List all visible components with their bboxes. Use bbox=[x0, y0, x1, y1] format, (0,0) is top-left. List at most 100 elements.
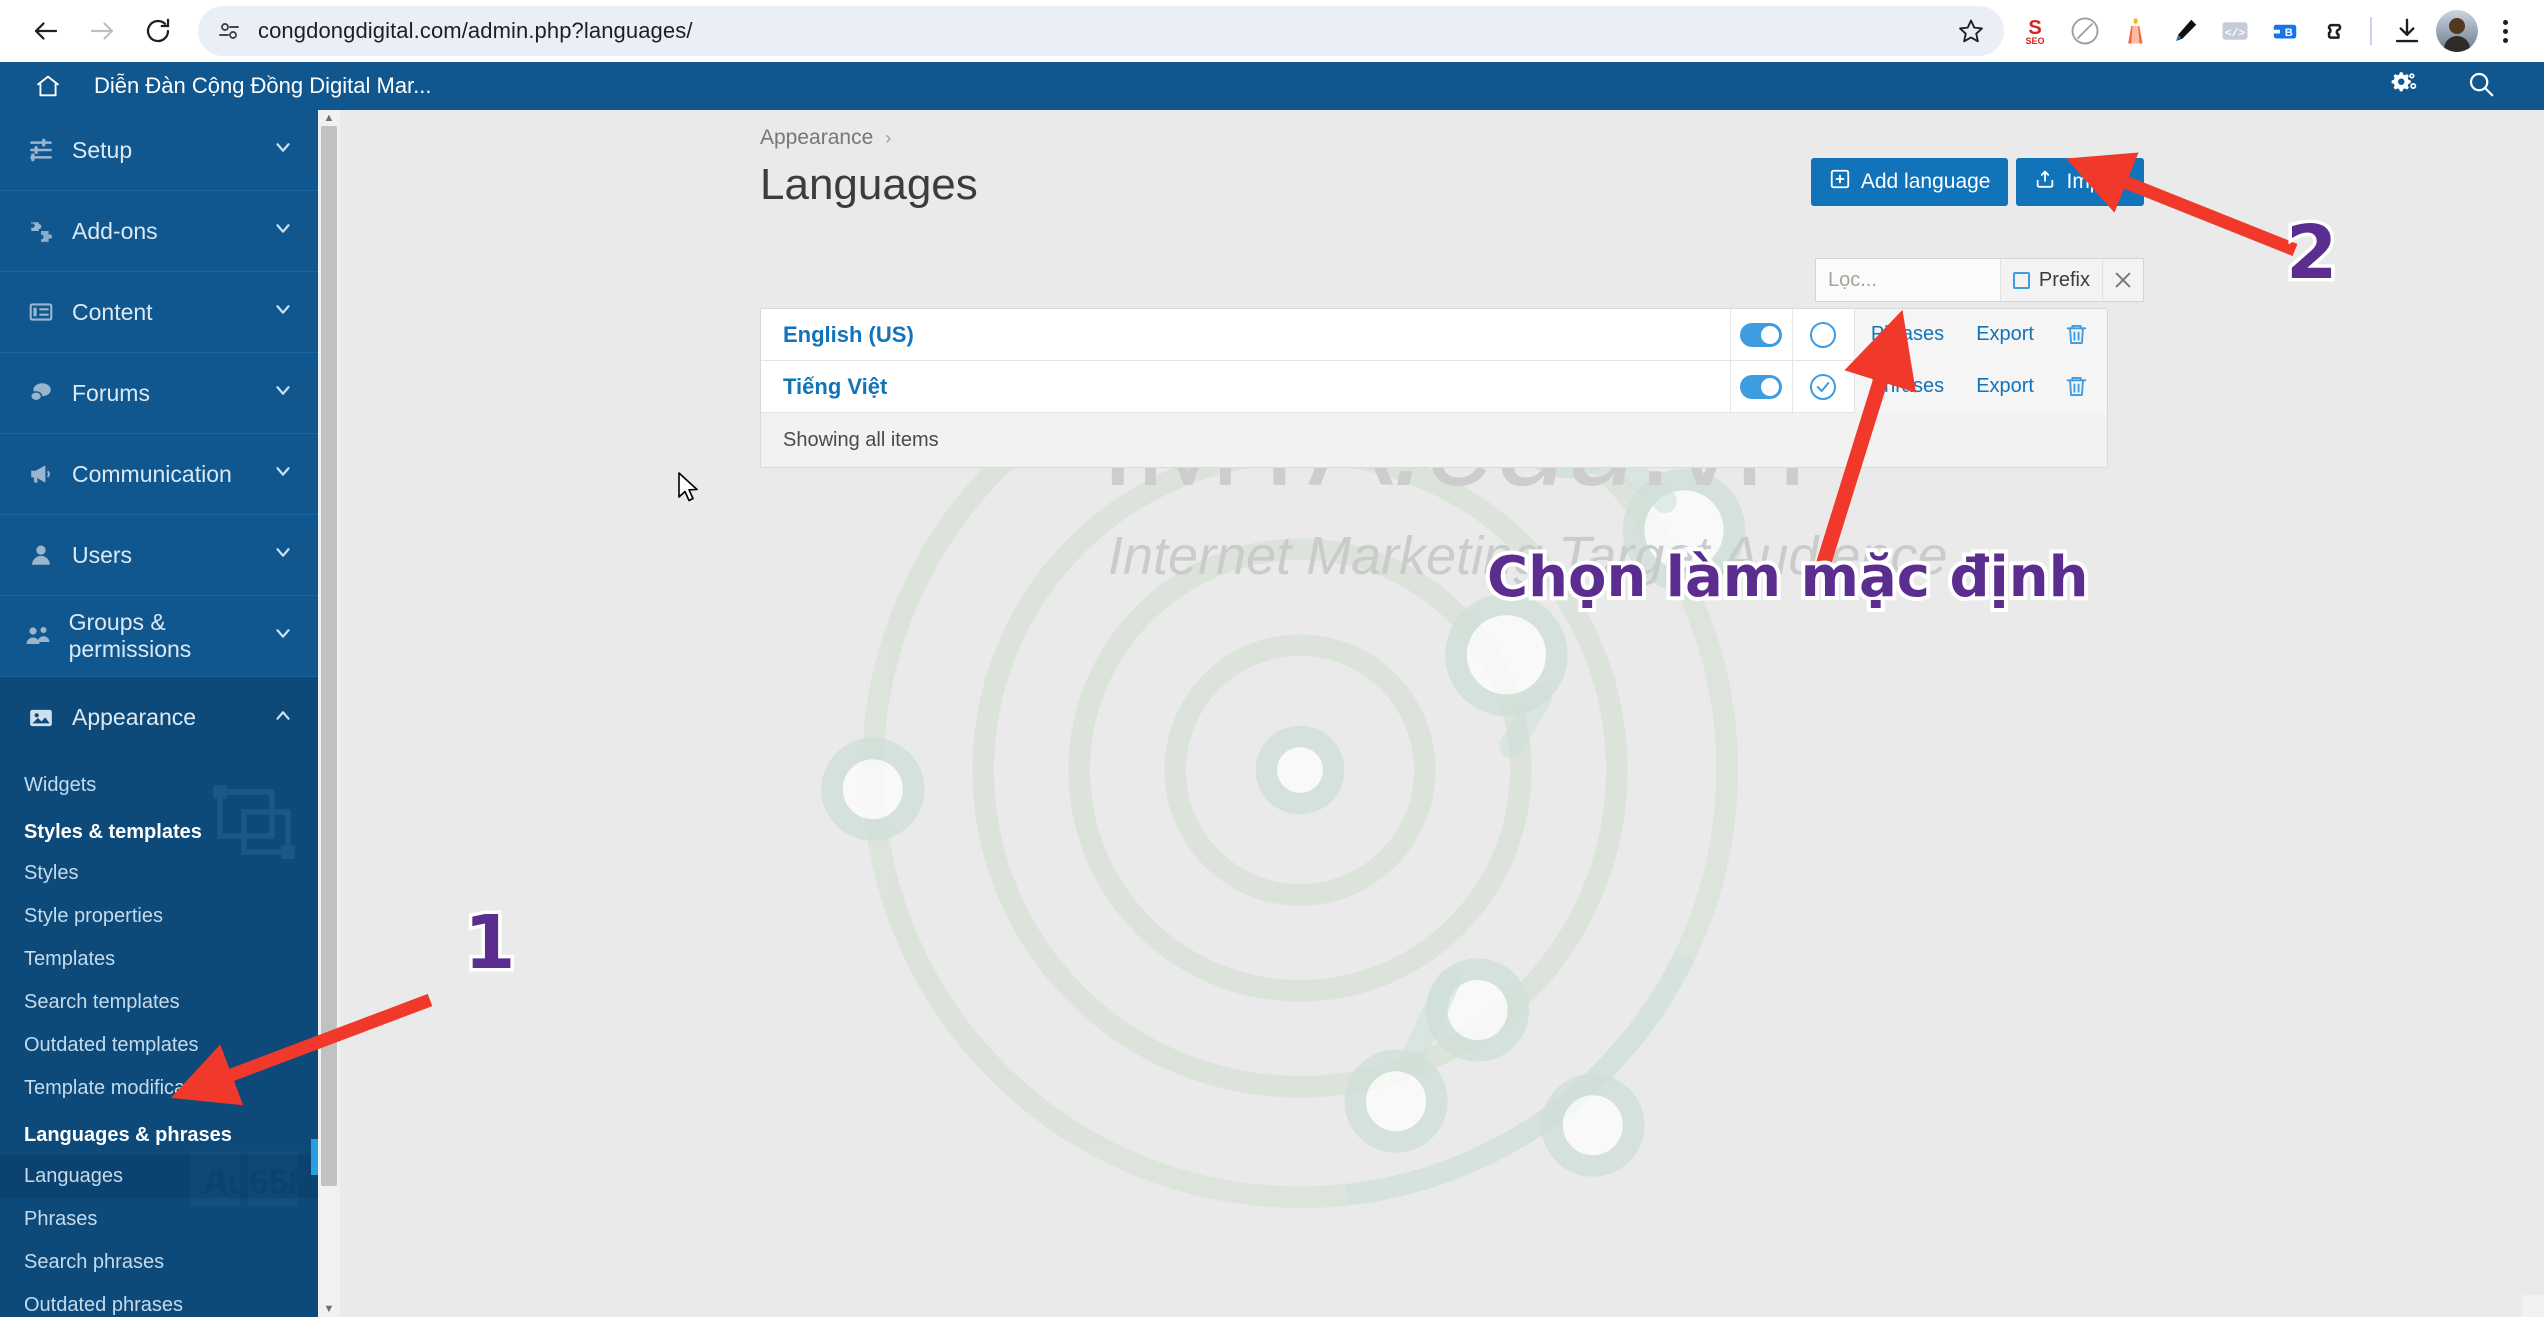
sidebar-item-label: Setup bbox=[72, 136, 133, 163]
row-actions: Phrases Export bbox=[1853, 309, 2107, 361]
search-icon[interactable] bbox=[2466, 69, 2496, 104]
sidebar-item-label: Forums bbox=[72, 379, 150, 406]
add-language-button[interactable]: Add language bbox=[1810, 158, 2009, 206]
sidebar-subitem-outdated-phrases[interactable]: Outdated phrases bbox=[0, 1284, 318, 1317]
language-name-link[interactable]: Tiếng Việt bbox=[761, 374, 1730, 400]
bookmark-manager-extension-icon[interactable]: B bbox=[2262, 8, 2308, 54]
trash-icon[interactable] bbox=[2050, 322, 2107, 347]
export-link[interactable]: Export bbox=[1960, 323, 2050, 346]
page-content: IMTA.edu.vn Internet Marketing Target Au… bbox=[340, 110, 2544, 1317]
reload-icon[interactable] bbox=[130, 3, 186, 59]
sidebar-item-content[interactable]: Content bbox=[0, 272, 318, 353]
eyedropper-extension-icon[interactable] bbox=[2162, 8, 2208, 54]
content-list-icon bbox=[24, 299, 58, 325]
home-icon[interactable] bbox=[28, 72, 68, 100]
annotation-note: Chọn làm mặc định bbox=[1483, 541, 2092, 614]
chevron-down-icon bbox=[272, 298, 294, 326]
default-language-radio-selected[interactable] bbox=[1810, 373, 1837, 400]
default-radio-cell[interactable] bbox=[1791, 309, 1854, 361]
sidebar-subitem-search-templates[interactable]: Search templates bbox=[0, 981, 318, 1024]
back-arrow-icon[interactable] bbox=[18, 3, 74, 59]
chevron-down-icon bbox=[272, 460, 294, 488]
phrases-link[interactable]: Phrases bbox=[1855, 375, 1960, 398]
sidebar-item-label: Users bbox=[72, 541, 133, 568]
breadcrumb: Appearance › bbox=[760, 126, 891, 150]
prefix-label: Prefix bbox=[2038, 268, 2090, 291]
default-language-radio[interactable] bbox=[1810, 321, 1837, 348]
sidebar-subitem-search-phrases[interactable]: Search phrases bbox=[0, 1241, 318, 1284]
default-radio-cell[interactable] bbox=[1791, 360, 1854, 413]
profile-avatar[interactable] bbox=[2434, 8, 2480, 54]
sidebar-subitem-label: Template modifications bbox=[24, 1077, 228, 1099]
breadcrumb-appearance[interactable]: Appearance bbox=[760, 126, 873, 150]
forward-arrow-icon[interactable] bbox=[74, 3, 130, 59]
toolbar-divider bbox=[2370, 17, 2372, 45]
svg-text:SEO: SEO bbox=[2025, 36, 2044, 46]
sidebar-subitem-template-modifications[interactable]: Template modifications bbox=[0, 1067, 318, 1110]
languages-table: English (US) Phrases Export Tiếng Việt P… bbox=[760, 308, 2108, 468]
sidebar-subitem-style-properties[interactable]: Style properties bbox=[0, 895, 318, 938]
gears-icon[interactable] bbox=[2390, 69, 2420, 104]
sidebar-scrollbar-thumb[interactable] bbox=[321, 126, 337, 1186]
sidebar-subitem-templates[interactable]: Templates bbox=[0, 938, 318, 981]
table-row[interactable]: Tiếng Việt Phrases Export bbox=[761, 360, 2107, 413]
downloads-icon[interactable] bbox=[2384, 8, 2430, 54]
sidebar-item-setup[interactable]: Setup bbox=[0, 110, 318, 191]
sidebar-subheading-label: Styles & templates bbox=[24, 821, 202, 843]
puzzle-extensions-icon[interactable] bbox=[2312, 8, 2358, 54]
sidebar-item-communication[interactable]: Communication bbox=[0, 434, 318, 515]
close-x-icon[interactable] bbox=[2103, 259, 2143, 301]
table-row[interactable]: English (US) Phrases Export bbox=[761, 309, 2107, 361]
filter-input[interactable]: Lọc... bbox=[1816, 259, 2001, 301]
sidebar-subitem-widgets[interactable]: Widgets bbox=[0, 764, 318, 807]
enabled-toggle[interactable] bbox=[1740, 322, 1783, 347]
sidebar-item-appearance[interactable]: Appearance bbox=[0, 677, 318, 758]
code-extension-icon[interactable]: </> bbox=[2212, 8, 2258, 54]
import-button[interactable]: Import bbox=[2016, 158, 2144, 206]
page-scrollbar-corner bbox=[2522, 1295, 2544, 1317]
browser-toolbar: congdongdigital.com/admin.php?languages/… bbox=[0, 0, 2544, 62]
sidebar-subitem-styles[interactable]: Styles bbox=[0, 852, 318, 895]
star-icon[interactable] bbox=[1954, 14, 1988, 48]
chevron-down-icon bbox=[272, 622, 294, 650]
sidebar-subitem-label: Languages bbox=[24, 1165, 123, 1187]
site-settings-icon[interactable] bbox=[214, 16, 244, 46]
sidebar-scrollbar[interactable]: ▲ ▼ bbox=[318, 110, 340, 1317]
scroll-down-arrow-icon[interactable]: ▼ bbox=[318, 1301, 340, 1317]
sidebar-subitem-languages[interactable]: Languages bbox=[0, 1155, 318, 1198]
sidebar-item-groups-permissions[interactable]: Groups & permissions bbox=[0, 596, 318, 677]
language-name-link[interactable]: English (US) bbox=[761, 322, 1730, 348]
filter-bar: Lọc... Prefix bbox=[1815, 258, 2144, 302]
enabled-toggle-cell[interactable] bbox=[1729, 309, 1792, 361]
sidebar-item-addons[interactable]: Add-ons bbox=[0, 191, 318, 272]
import-upload-icon bbox=[2034, 168, 2056, 196]
annotation-step-1: 1 bbox=[461, 897, 519, 990]
seo-extension-icon[interactable]: S SEO bbox=[2012, 8, 2058, 54]
extensions-strip: S SEO </> B bbox=[2012, 8, 2526, 54]
chevron-up-icon bbox=[272, 704, 294, 732]
lighthouse-extension-icon[interactable] bbox=[2112, 8, 2158, 54]
users-group-icon bbox=[24, 623, 55, 649]
sliders-icon bbox=[24, 137, 58, 163]
trash-icon[interactable] bbox=[2050, 374, 2107, 399]
sidebar-subitem-label: Style properties bbox=[24, 905, 163, 927]
sidebar-subitem-outdated-templates[interactable]: Outdated templates bbox=[0, 1024, 318, 1067]
image-icon bbox=[24, 705, 58, 731]
site-title: Diễn Đàn Cộng Đồng Digital Mar... bbox=[94, 73, 432, 98]
export-link[interactable]: Export bbox=[1960, 375, 2050, 398]
prefix-checkbox[interactable] bbox=[2012, 271, 2030, 289]
enabled-toggle-cell[interactable] bbox=[1729, 360, 1792, 413]
circle-slash-extension-icon[interactable] bbox=[2062, 8, 2108, 54]
scroll-up-arrow-icon[interactable]: ▲ bbox=[318, 110, 340, 126]
sidebar-item-users[interactable]: Users bbox=[0, 515, 318, 596]
address-bar[interactable]: congdongdigital.com/admin.php?languages/ bbox=[198, 6, 2004, 56]
megaphone-icon bbox=[24, 461, 58, 487]
plus-box-icon bbox=[1829, 168, 1851, 196]
prefix-checkbox-group[interactable]: Prefix bbox=[2000, 259, 2103, 301]
kebab-menu-icon[interactable] bbox=[2484, 8, 2526, 54]
phrases-link[interactable]: Phrases bbox=[1855, 323, 1960, 346]
sidebar-subitem-phrases[interactable]: Phrases bbox=[0, 1198, 318, 1241]
admin-header: Diễn Đàn Cộng Đồng Digital Mar... bbox=[0, 62, 2544, 110]
sidebar-item-forums[interactable]: Forums bbox=[0, 353, 318, 434]
enabled-toggle[interactable] bbox=[1740, 374, 1783, 399]
